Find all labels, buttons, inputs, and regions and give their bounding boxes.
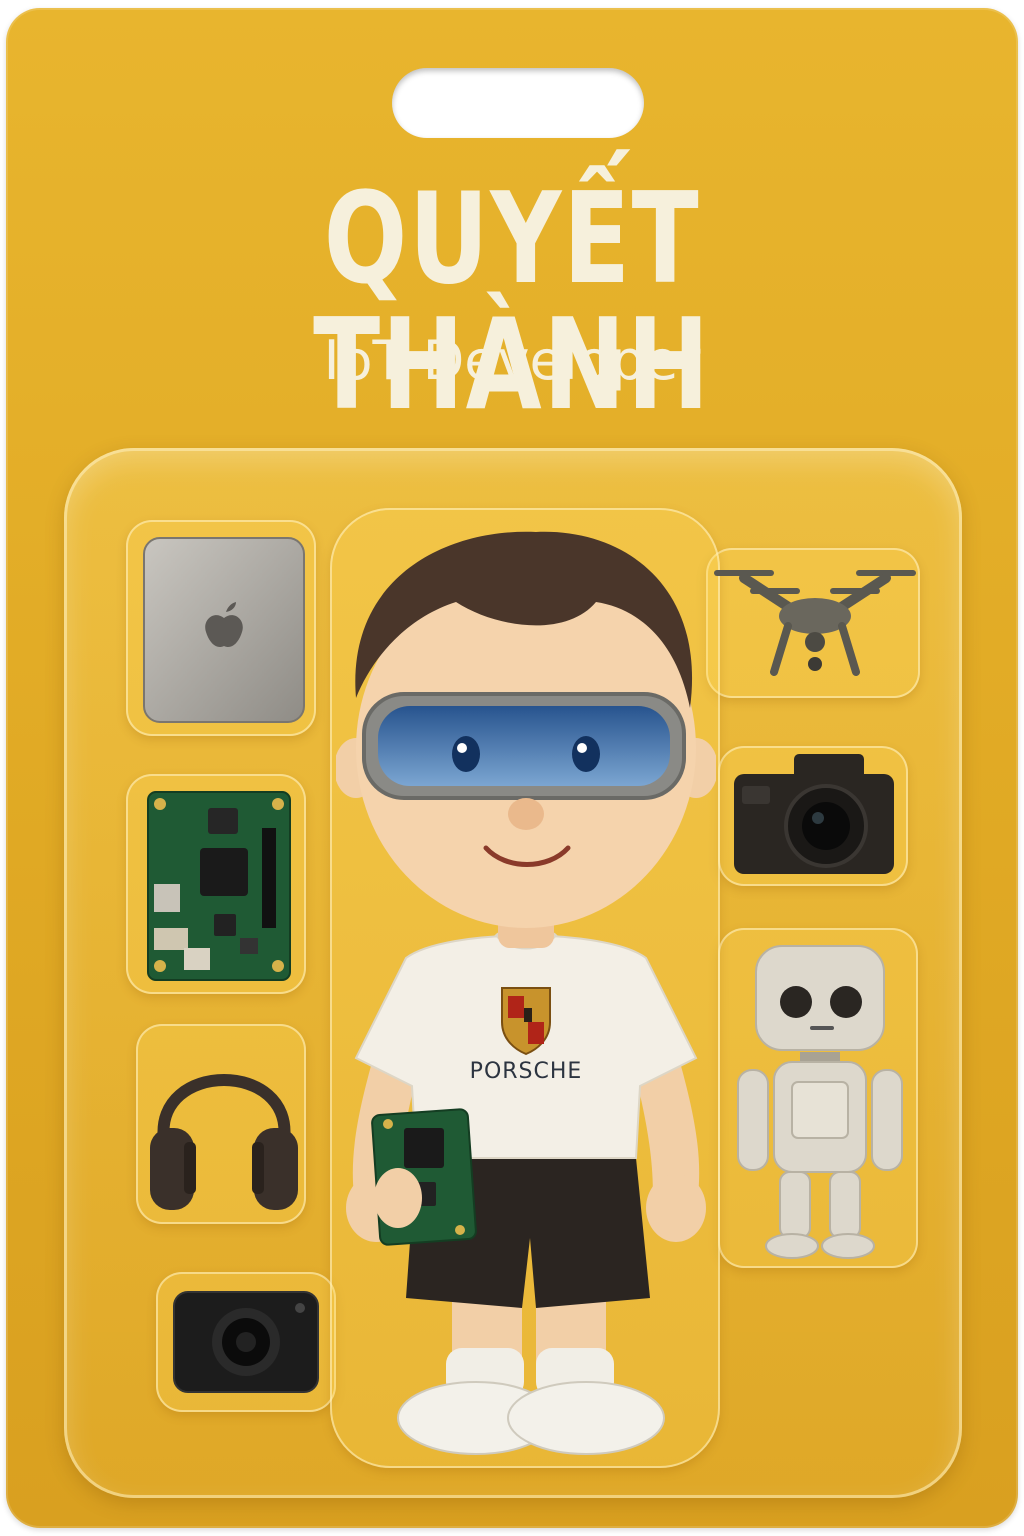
drone-icon (714, 570, 916, 676)
laptop-icon (143, 537, 305, 723)
shirt-brand-text: PORSCHE (470, 1059, 583, 1084)
circuit-board-icon (147, 791, 291, 981)
camera-icon (734, 754, 894, 874)
figure-role-subtitle: IoT Developer (323, 329, 701, 392)
hang-hole (392, 68, 644, 138)
blister-card: QUYẾT THÀNH IoT Developer PORSCHE (6, 8, 1018, 1528)
robot-icon (737, 945, 903, 1259)
webcam-icon (173, 1291, 319, 1393)
action-figure: PORSCHE (336, 531, 716, 1455)
headphones-icon (150, 1074, 298, 1210)
